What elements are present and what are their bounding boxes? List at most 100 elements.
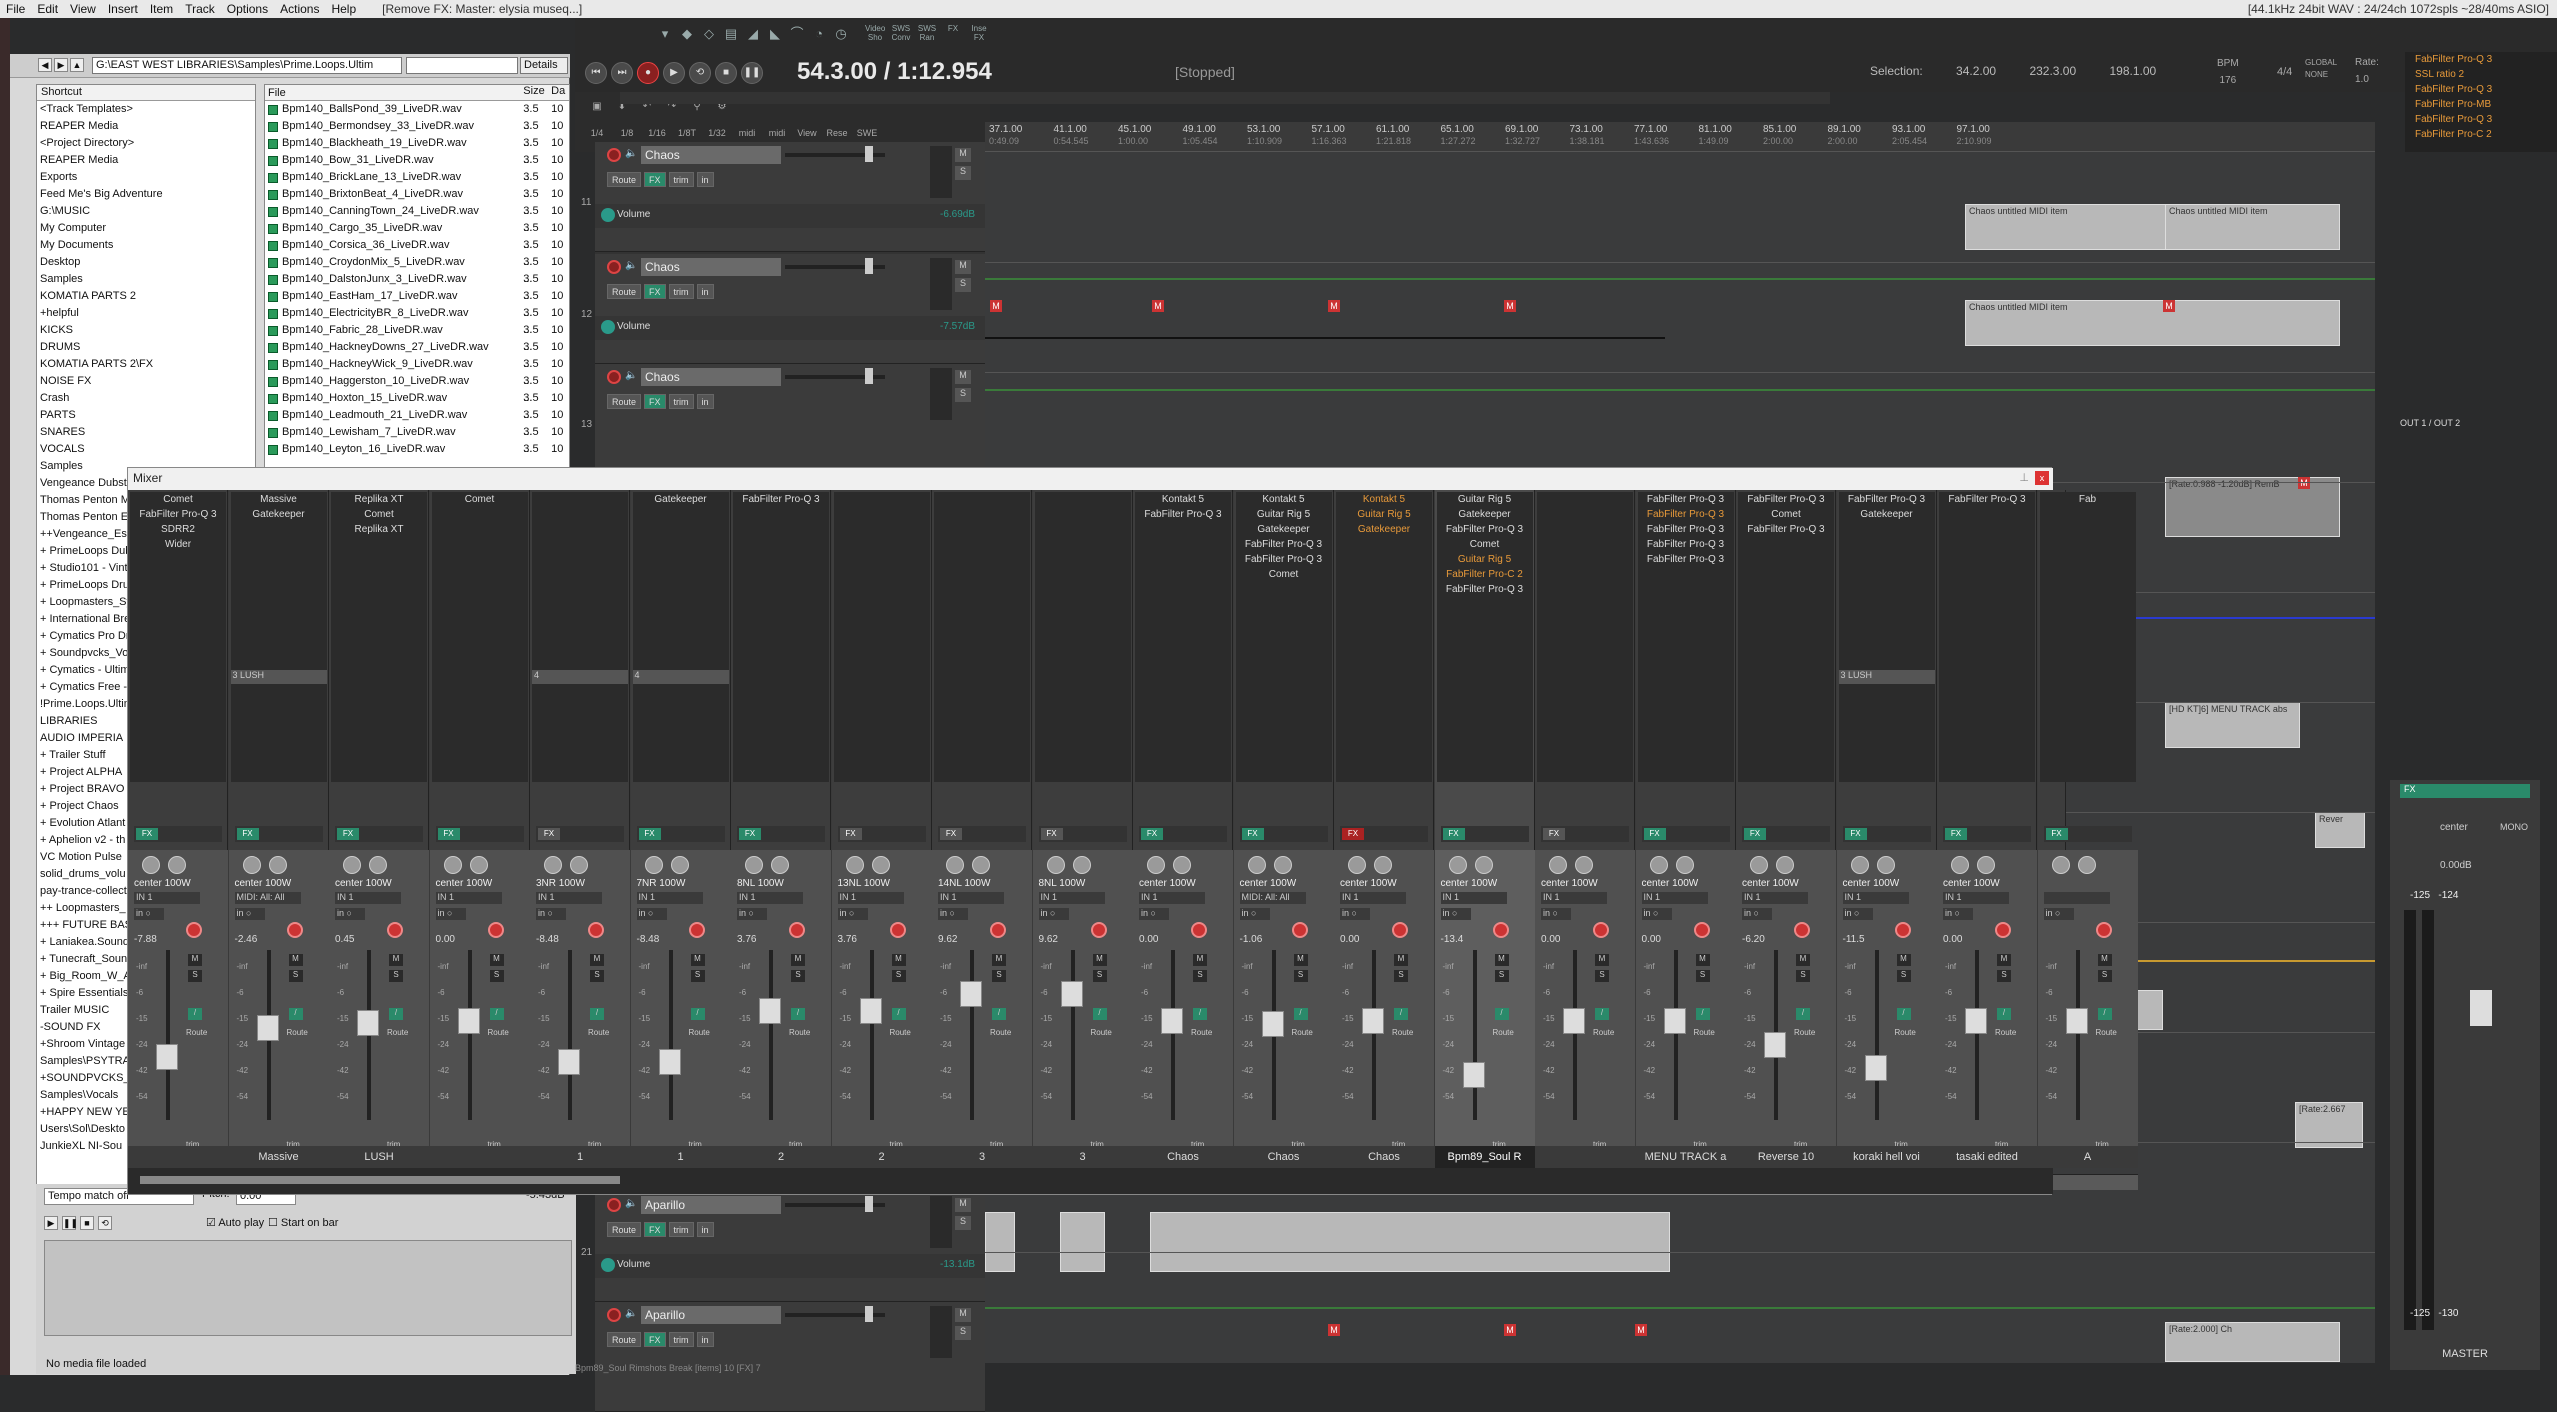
fx-bypass-button[interactable]: FX — [1543, 828, 1565, 840]
track-name[interactable]: Chaos — [641, 146, 781, 164]
mute-button[interactable]: M — [992, 954, 1006, 966]
track-volume-knob[interactable] — [865, 146, 873, 162]
ruler-bar[interactable]: 53.1.00 — [1247, 124, 1280, 135]
pan-value[interactable]: center 100W — [134, 878, 191, 889]
fx-slot[interactable]: Gatekeeper — [1236, 522, 1332, 537]
pan-knob[interactable] — [871, 856, 890, 874]
volume-fader[interactable] — [1864, 1055, 1887, 1082]
input-select[interactable]: IN 1 — [1541, 892, 1607, 904]
solo-button[interactable]: S — [1293, 970, 1308, 982]
shortcut-item[interactable]: Crash — [37, 390, 255, 407]
route-button[interactable]: Route — [1995, 1028, 2016, 1037]
volume-knob[interactable] — [443, 856, 462, 874]
strip-name[interactable]: A — [2037, 1146, 2138, 1168]
close-icon[interactable]: x — [2035, 471, 2049, 485]
volume-knob[interactable] — [1951, 856, 1969, 874]
strip-name[interactable] — [429, 1146, 530, 1168]
shortcut-item[interactable]: Samples — [37, 271, 255, 288]
solo-button[interactable]: S — [955, 166, 971, 180]
fx-slot[interactable]: FabFilter Pro-Q 3 — [1738, 492, 1834, 507]
shortcut-item[interactable]: KICKS — [37, 322, 255, 339]
fx-slot[interactable]: FabFilter Pro-Q 3 — [1638, 552, 1734, 567]
strip-name[interactable]: Bpm89_Soul R — [1434, 1146, 1535, 1168]
volume-fader[interactable] — [1261, 1011, 1284, 1038]
fx-slot[interactable]: Comet — [432, 492, 528, 507]
record-arm-button[interactable] — [607, 148, 621, 162]
pan-value[interactable]: center 100W — [1441, 878, 1498, 889]
rate-value[interactable]: 1.0 — [2355, 74, 2379, 85]
pan-value[interactable]: center 100W — [1943, 878, 2000, 889]
route-button[interactable]: Route — [387, 1028, 408, 1037]
pan-value[interactable]: center 100W — [1139, 878, 1196, 889]
ruler-bar[interactable]: 77.1.00 — [1634, 124, 1667, 135]
pan-knob[interactable] — [771, 856, 789, 874]
volume-fader[interactable] — [859, 997, 882, 1024]
record-arm-button[interactable] — [607, 1308, 621, 1322]
record-arm-button[interactable] — [1191, 922, 1207, 938]
fx-list[interactable] — [934, 492, 1030, 782]
solo-button[interactable]: S — [955, 388, 971, 402]
envelope-value[interactable]: -6.69dB — [940, 209, 975, 220]
solo-button[interactable]: S — [955, 1326, 971, 1340]
fx-slot[interactable]: Gatekeeper — [1839, 507, 1935, 522]
phase-icon[interactable]: / — [2097, 1008, 2112, 1020]
shortcut-item[interactable]: Exports — [37, 169, 255, 186]
mute-button[interactable]: M — [955, 1198, 971, 1212]
phase-icon[interactable]: / — [590, 1008, 604, 1020]
fx-slot[interactable]: Comet — [1437, 537, 1533, 552]
strip-name[interactable]: LUSH — [329, 1146, 429, 1168]
volume-fader[interactable] — [156, 1043, 178, 1070]
track-header[interactable]: 11 🔈 Chaos Route FX trim in M S Volume -6.69dB — [581, 142, 985, 252]
mixer-strip[interactable]: Gatekeeper 4 FX 7NR 100W IN 1 in ○ -8.48 -inf -6… — [630, 490, 731, 1190]
pan-knob[interactable] — [670, 856, 689, 874]
input-monitor[interactable]: in ○ — [234, 908, 265, 920]
pan-value[interactable]: center 100W — [1642, 878, 1699, 889]
fx-list[interactable]: Guitar Rig 5 Gatekeeper FabFilter Pro-Q 3C… — [1436, 492, 1533, 782]
fx-button[interactable]: FX — [644, 284, 666, 299]
solo-button[interactable]: S — [1193, 970, 1207, 982]
mixer-strip[interactable]: Comet FabFilter Pro-Q 3 SDRR2 Wider FX center… — [128, 490, 228, 1190]
input-monitor[interactable]: in ○ — [1842, 908, 1873, 920]
input-monitor[interactable]: in ○ — [837, 908, 868, 920]
grid-9[interactable]: SWE — [855, 122, 879, 144]
fx-bypass-button[interactable]: FX — [1744, 828, 1766, 840]
ruler-bar[interactable]: 49.1.00 — [1183, 124, 1216, 135]
phase-icon[interactable]: / — [1394, 1008, 1408, 1020]
ruler-bar[interactable]: 73.1.00 — [1570, 124, 1603, 135]
path-input[interactable]: G:\EAST WEST LIBRARIES\Samples\Prime.Loo… — [92, 57, 402, 74]
ruler-bar[interactable]: 69.1.00 — [1505, 124, 1538, 135]
trim-button[interactable]: trim — [668, 394, 694, 409]
fx-bypass-button[interactable]: FX — [638, 828, 661, 840]
phase-icon[interactable]: / — [1595, 1008, 1609, 1020]
input-button[interactable]: in — [696, 172, 714, 187]
record-arm-button[interactable] — [607, 370, 621, 384]
file-row[interactable]: Bpm140_Cargo_35_LiveDR.wav 3.5 ... 10 — [265, 220, 569, 251]
pan-knob[interactable] — [1977, 856, 1995, 874]
input-monitor[interactable]: in ○ — [1239, 908, 1270, 920]
mute-button[interactable]: M — [1695, 954, 1710, 966]
volume-knob[interactable] — [1247, 856, 1266, 874]
route-button[interactable]: Route — [287, 1028, 308, 1037]
solo-button[interactable]: S — [188, 970, 202, 982]
input-monitor[interactable]: in ○ — [335, 908, 365, 920]
input-monitor[interactable]: in ○ — [2043, 908, 2074, 920]
trim-button[interactable]: trim — [668, 1332, 694, 1347]
timeline-ruler[interactable]: 37.1.00 0:49.09 41.1.00 0:54.545 45.1.00 1:00… — [985, 122, 2375, 152]
input-select[interactable]: IN 1 — [1340, 892, 1406, 904]
envelope-icon[interactable]: ◣ — [765, 24, 785, 44]
volume-fader[interactable] — [1161, 1007, 1183, 1034]
route-button[interactable]: Route — [990, 1028, 1011, 1037]
global-label[interactable]: GLOBAL — [2305, 58, 2337, 67]
trim-button[interactable]: trim — [668, 172, 694, 187]
mute-button[interactable]: M — [1394, 954, 1408, 966]
record-arm-button[interactable] — [387, 922, 403, 938]
ripple-icon[interactable]: ◇ — [699, 24, 719, 44]
mute-button[interactable]: M — [1293, 954, 1308, 966]
master-fx-button[interactable]: FX — [2400, 784, 2530, 798]
menu-actions[interactable]: Actions — [274, 2, 325, 16]
selection-length[interactable]: 198.1.00 — [2110, 64, 2157, 78]
pan-knob[interactable] — [1876, 856, 1895, 874]
fx-bypass-button[interactable]: FX — [1141, 828, 1163, 840]
fx-slot[interactable]: FabFilter Pro-Q 3 — [733, 492, 829, 507]
mute-button[interactable]: M — [288, 954, 303, 966]
